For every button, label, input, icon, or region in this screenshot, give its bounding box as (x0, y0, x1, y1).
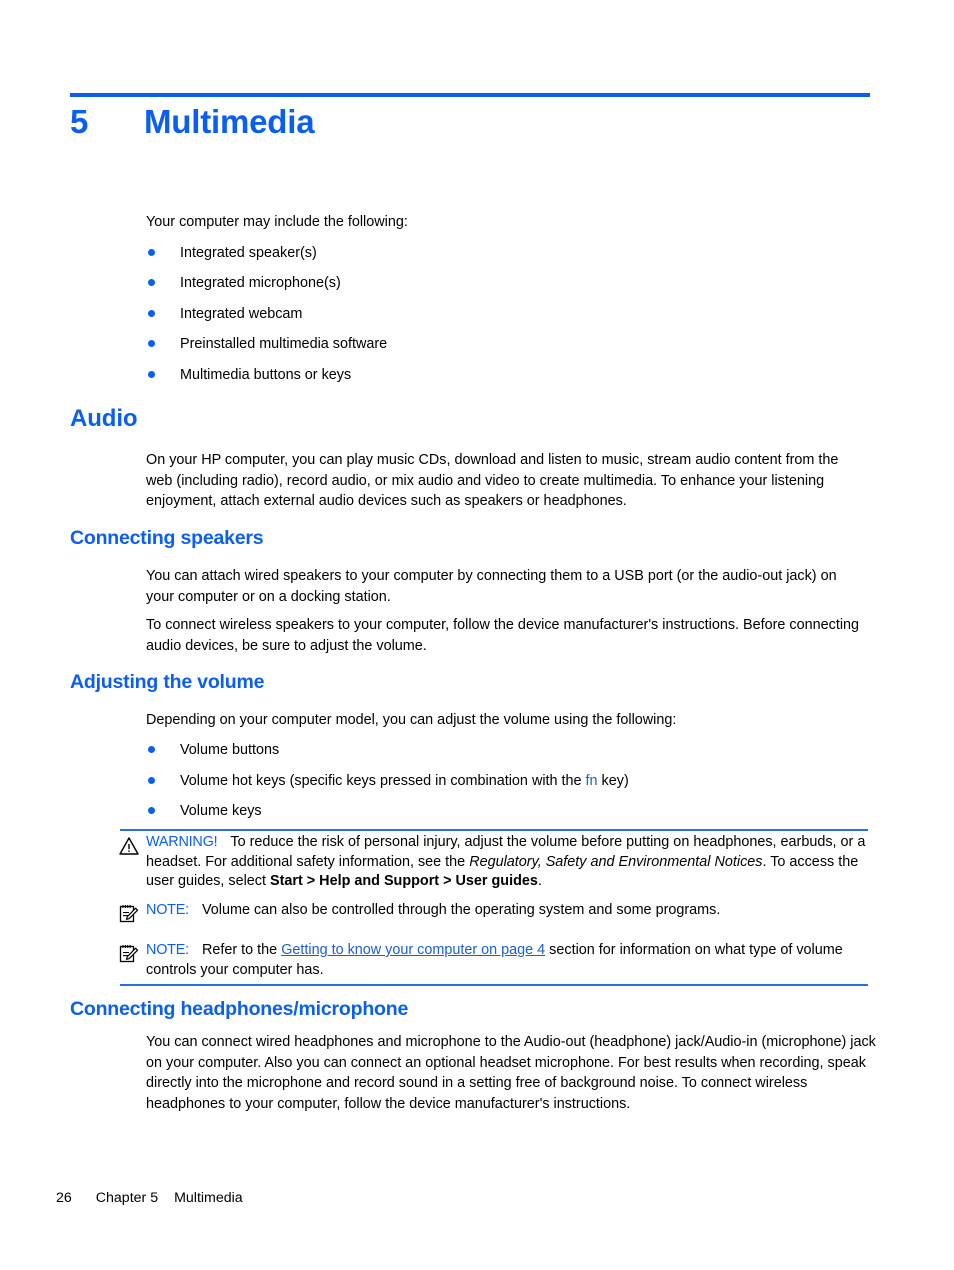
bullet-dot-icon (148, 777, 155, 784)
warning-triangle-icon (118, 835, 140, 857)
list-item: Volume keys (146, 801, 868, 821)
callout-divider-bottom (120, 984, 868, 986)
section-heading-connecting-headphones: Connecting headphones/microphone (70, 998, 409, 1020)
warning-callout-body: WARNING! To reduce the risk of personal i… (146, 834, 866, 890)
list-item: Integrated microphone(s) (146, 273, 868, 293)
list-item-label: Volume keys (180, 803, 262, 819)
warning-document-reference: Regulatory, Safety and Environmental Not… (469, 853, 763, 870)
chapter-title: Multimedia (144, 103, 315, 140)
note-callout-1-body: NOTE: Volume can also be controlled throu… (146, 902, 721, 918)
bullet-dot-icon (148, 310, 155, 317)
list-item-label: Integrated microphone(s) (180, 275, 341, 291)
list-item: Multimedia buttons or keys (146, 365, 868, 385)
footer-page-number: 26 (56, 1190, 72, 1206)
bullet-dot-icon (148, 279, 155, 286)
bullet-dot-icon (148, 249, 155, 256)
chapter-number: 5 (70, 103, 89, 140)
connecting-headphones-paragraph: You can connect wired headphones and mic… (146, 1034, 876, 1112)
bullet-dot-icon (148, 746, 155, 753)
note-label: NOTE: (146, 902, 189, 918)
list-item-label: Preinstalled multimedia software (180, 336, 388, 352)
chapter-header-rule (70, 93, 870, 97)
footer-chapter-title: Multimedia (174, 1190, 243, 1206)
bullet-dot-icon (148, 371, 155, 378)
audio-paragraph: On your HP computer, you can play music … (146, 452, 839, 509)
list-item-label: Integrated webcam (180, 306, 303, 322)
cross-reference-link[interactable]: Getting to know your computer on page 4 (281, 942, 545, 958)
chapter-heading: 5 Multimedia (70, 103, 870, 141)
note-callout-1: NOTE: Volume can also be controlled throu… (119, 901, 868, 923)
note-label: NOTE: (146, 942, 189, 958)
note-pad-icon (118, 903, 140, 925)
list-item: Integrated webcam (146, 304, 868, 324)
bullet-dot-icon (148, 340, 155, 347)
document-page: 5 Multimedia Your computer may include t… (0, 0, 954, 1270)
page-footer: 26 Chapter 5 Multimedia (56, 1190, 243, 1206)
bullet-dot-icon (148, 807, 155, 814)
section-heading-connecting-speakers: Connecting speakers (70, 527, 264, 549)
list-item-label: Volume hot keys (specific keys pressed i… (180, 773, 629, 789)
list-item: Preinstalled multimedia software (146, 334, 868, 354)
list-item-label: Multimedia buttons or keys (180, 367, 352, 383)
list-item: Volume buttons (146, 740, 868, 760)
connecting-speakers-paragraph-1: You can attach wired speakers to your co… (146, 568, 837, 605)
list-item: Volume hot keys (specific keys pressed i… (146, 771, 868, 791)
note-pad-icon (118, 943, 140, 965)
callout-divider-top (120, 829, 868, 831)
footer-chapter-label: Chapter 5 (95, 1190, 159, 1206)
connecting-speakers-paragraph-2: To connect wireless speakers to your com… (146, 617, 860, 654)
note-callout-2-body: NOTE: Refer to the Getting to know your c… (146, 942, 843, 978)
section-heading-audio: Audio (70, 405, 138, 432)
warning-ui-path: Start > Help and Support > User guides (270, 873, 538, 890)
list-item-label: Integrated speaker(s) (180, 245, 317, 261)
intro-lead-paragraph: Your computer may include the following: (146, 214, 408, 230)
list-item: Integrated speaker(s) (146, 243, 868, 263)
warning-label: WARNING! (146, 834, 218, 850)
adjusting-volume-lead: Depending on your computer model, you ca… (146, 712, 677, 728)
fn-key-label: fn (585, 773, 598, 789)
warning-callout: WARNING! To reduce the risk of personal i… (118, 833, 868, 892)
section-heading-adjusting-volume: Adjusting the volume (70, 671, 265, 693)
list-item-label: Volume buttons (180, 742, 280, 758)
note-callout-2: NOTE: Refer to the Getting to know your c… (118, 941, 868, 980)
